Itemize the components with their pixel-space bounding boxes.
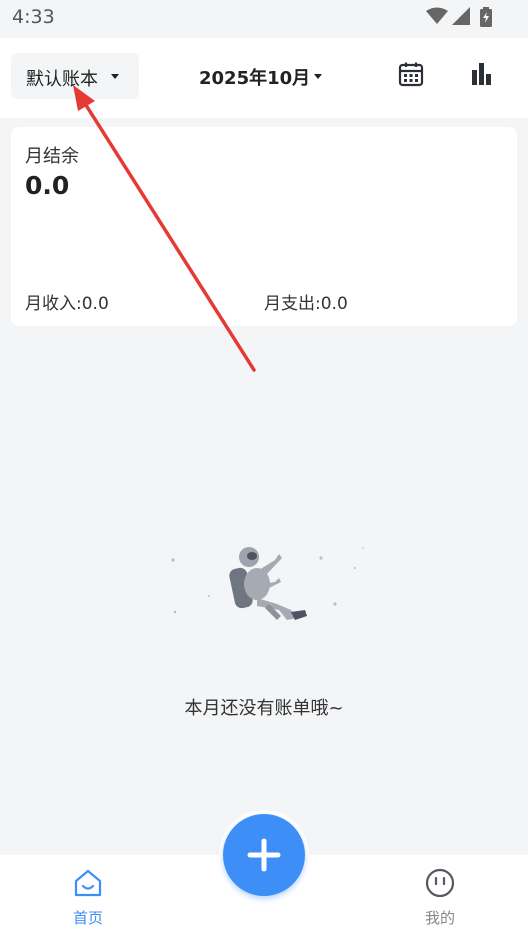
status-bar: 4:33	[0, 0, 528, 38]
nav-label-profile: 我的	[424, 909, 455, 927]
bar-chart-icon	[472, 63, 491, 85]
astronaut-floating-illustration	[165, 540, 365, 622]
top-bar: 默认账本 2025年10月	[0, 38, 528, 118]
expense-summary: 月支出:0.0	[264, 294, 348, 314]
nav-item-home[interactable]: 首页	[43, 855, 133, 939]
chevron-down-icon	[314, 74, 322, 79]
statistics-button[interactable]	[467, 60, 497, 90]
profile-face-icon	[425, 868, 455, 898]
wifi-icon	[426, 7, 448, 24]
add-record-button[interactable]	[223, 814, 305, 896]
status-time: 4:33	[12, 6, 55, 28]
balance-value: 0.0	[25, 171, 70, 200]
plus-icon	[247, 838, 281, 872]
nav-item-profile[interactable]: 我的	[395, 855, 485, 939]
calendar-button[interactable]	[397, 60, 427, 90]
nav-label-home: 首页	[72, 909, 103, 927]
account-book-label: 默认账本	[26, 69, 98, 90]
account-book-selector[interactable]: 默认账本	[11, 53, 139, 99]
month-label: 2025年10月	[199, 68, 311, 89]
battery-charging-icon	[480, 7, 492, 27]
monthly-summary-card: 月结余 0.0 月收入:0.0 月支出:0.0	[11, 127, 517, 326]
empty-state-message: 本月还没有账单哦~	[184, 698, 344, 719]
balance-label: 月结余	[25, 146, 79, 167]
income-summary: 月收入:0.0	[25, 294, 109, 314]
chevron-down-icon	[111, 74, 119, 79]
home-icon	[74, 869, 102, 897]
signal-icon	[452, 7, 470, 25]
calendar-icon	[398, 62, 424, 87]
